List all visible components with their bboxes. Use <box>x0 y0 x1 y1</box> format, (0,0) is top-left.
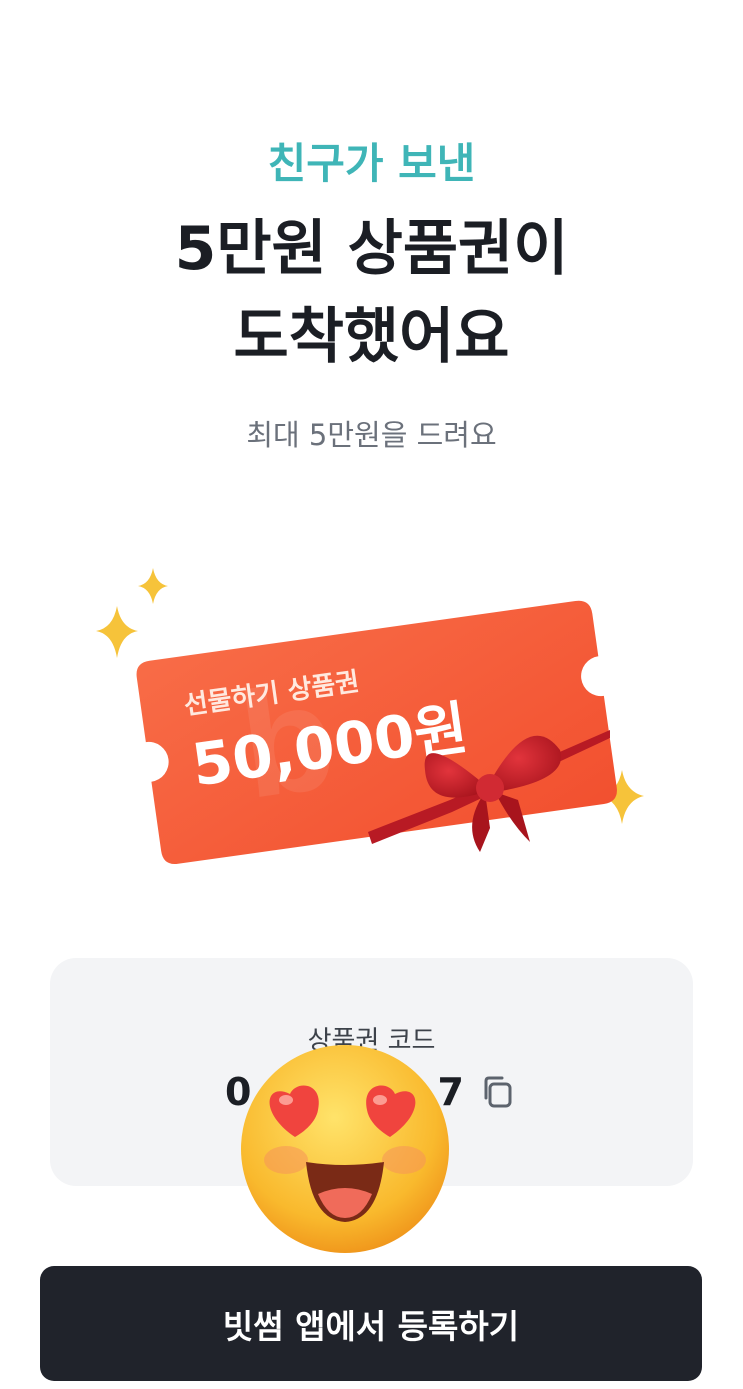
page-title: 5만원 상품권이 도착했어요 <box>0 205 743 381</box>
gift-ticket-illustration: b 선물하기 상품권 50,000원 <box>96 568 644 865</box>
sparkle-icon <box>138 568 168 604</box>
register-in-app-button[interactable]: 빗썸 앱에서 등록하기 <box>40 1266 702 1381</box>
subtitle-text: 최대 5만원을 드려요 <box>246 418 497 452</box>
eyebrow-text: 친구가 보낸 <box>267 139 476 188</box>
sparkle-icon <box>96 606 138 658</box>
heart-eyes-emoji-icon <box>241 1045 449 1253</box>
headline-line-1: 5만원 상품권이 <box>174 214 569 284</box>
copy-icon[interactable] <box>478 1072 518 1112</box>
headline-line-2: 도착했어요 <box>233 302 510 372</box>
gift-card-page: 친구가 보낸 5만원 상품권이 도착했어요 최대 5만원을 드려요 b 선물하기… <box>0 0 743 1389</box>
